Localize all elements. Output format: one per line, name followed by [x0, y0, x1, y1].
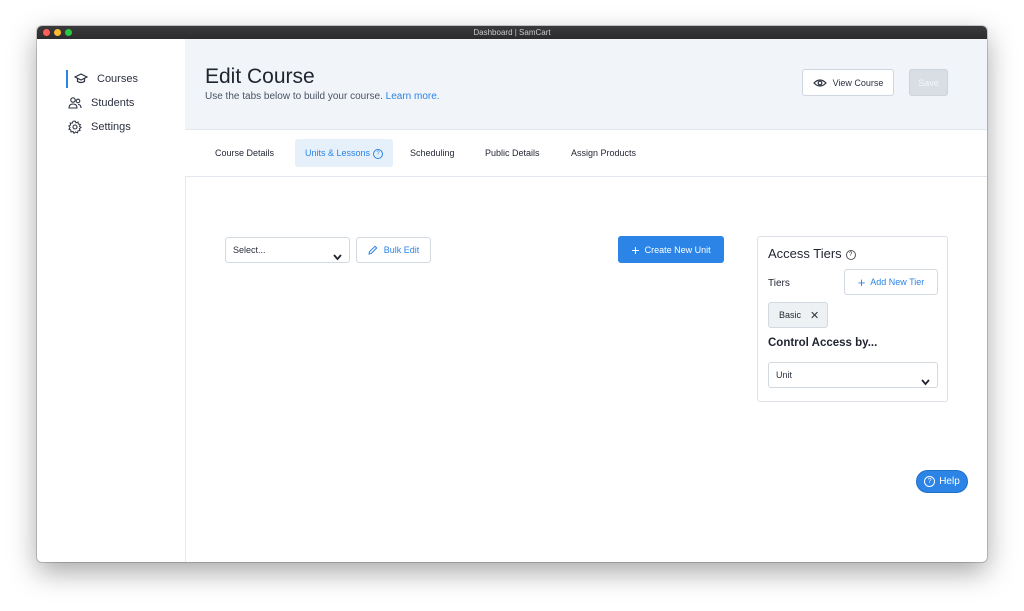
- title-bar: Dashboard | SamCart: [37, 26, 987, 39]
- add-tier-label: Add New Tier: [870, 277, 925, 287]
- tab-label: Units & Lessons: [305, 148, 371, 158]
- page-header: Edit Course Use the tabs below to build …: [185, 39, 987, 130]
- tab-label: Course Details: [215, 148, 275, 158]
- help-circle-icon: ?: [924, 476, 936, 487]
- subtitle-text: Use the tabs below to build your course.: [205, 91, 383, 102]
- sidebar-item-label: Students: [91, 97, 135, 109]
- sidebar-item-courses[interactable]: Courses: [74, 70, 138, 88]
- view-course-label: View Course: [832, 77, 884, 88]
- tab-units-lessons[interactable]: Units & Lessons?: [295, 139, 394, 167]
- plus-icon: +: [857, 274, 866, 290]
- tab-label: Assign Products: [571, 148, 637, 158]
- tab-label: Public Details: [485, 148, 540, 158]
- access-tiers-title-text: Access Tiers: [768, 246, 842, 261]
- graduation-cap-icon: [74, 72, 88, 86]
- tab-bar: Course Details Units & Lessons? Scheduli…: [185, 130, 987, 177]
- tab-public-details[interactable]: Public Details: [475, 139, 550, 167]
- help-button[interactable]: ? Help: [916, 470, 968, 493]
- save-button[interactable]: Save: [909, 69, 948, 96]
- sidebar-item-label: Settings: [91, 121, 131, 133]
- control-access-label: Control Access by...: [768, 337, 878, 349]
- select-value: Select...: [233, 245, 266, 255]
- help-circle-icon: ?: [373, 148, 384, 159]
- chevron-down-icon: [921, 371, 930, 395]
- learn-more-link[interactable]: Learn more.: [386, 91, 440, 102]
- sidebar: Courses Students Settings: [37, 39, 186, 562]
- access-tiers-panel: Access Tiers? Tiers + Add New Tier Basic…: [757, 236, 948, 402]
- control-access-select[interactable]: Unit: [768, 362, 938, 388]
- pencil-icon: [368, 245, 378, 255]
- help-label: Help: [939, 476, 960, 487]
- chevron-down-icon: [333, 246, 342, 270]
- active-indicator: [66, 70, 68, 88]
- page-title: Edit Course: [205, 65, 315, 88]
- tiers-label: Tiers: [768, 278, 790, 289]
- create-new-unit-button[interactable]: + Create New Unit: [618, 236, 724, 263]
- select-value: Unit: [776, 370, 793, 380]
- plus-icon: +: [631, 241, 640, 258]
- bulk-edit-button[interactable]: Bulk Edit: [356, 237, 431, 263]
- bulk-edit-label: Bulk Edit: [383, 245, 420, 255]
- tab-label: Scheduling: [410, 148, 455, 158]
- gear-icon: [68, 120, 82, 134]
- tier-chip-basic: Basic ✕: [768, 302, 828, 328]
- tab-course-details[interactable]: Course Details: [205, 139, 284, 167]
- tab-scheduling[interactable]: Scheduling: [400, 139, 465, 167]
- unit-select[interactable]: Select...: [225, 237, 350, 263]
- chip-label: Basic: [779, 310, 802, 320]
- page-subtitle: Use the tabs below to build your course.…: [205, 91, 440, 102]
- view-course-button[interactable]: View Course: [802, 69, 894, 96]
- eye-icon: [812, 78, 827, 88]
- users-icon: [68, 96, 82, 110]
- tab-assign-products[interactable]: Assign Products: [561, 139, 646, 167]
- sidebar-item-label: Courses: [97, 73, 138, 85]
- sidebar-item-students[interactable]: Students: [68, 94, 134, 112]
- sidebar-item-settings[interactable]: Settings: [68, 118, 131, 136]
- app-window: Dashboard | SamCart Courses Students Set…: [37, 26, 987, 562]
- window-title: Dashboard | SamCart: [473, 28, 551, 37]
- create-unit-label: Create New Unit: [644, 244, 711, 255]
- access-tiers-title: Access Tiers?: [768, 246, 856, 261]
- add-new-tier-button[interactable]: + Add New Tier: [844, 269, 938, 295]
- remove-chip-icon[interactable]: ✕: [810, 309, 819, 322]
- help-circle-icon[interactable]: ?: [845, 249, 856, 260]
